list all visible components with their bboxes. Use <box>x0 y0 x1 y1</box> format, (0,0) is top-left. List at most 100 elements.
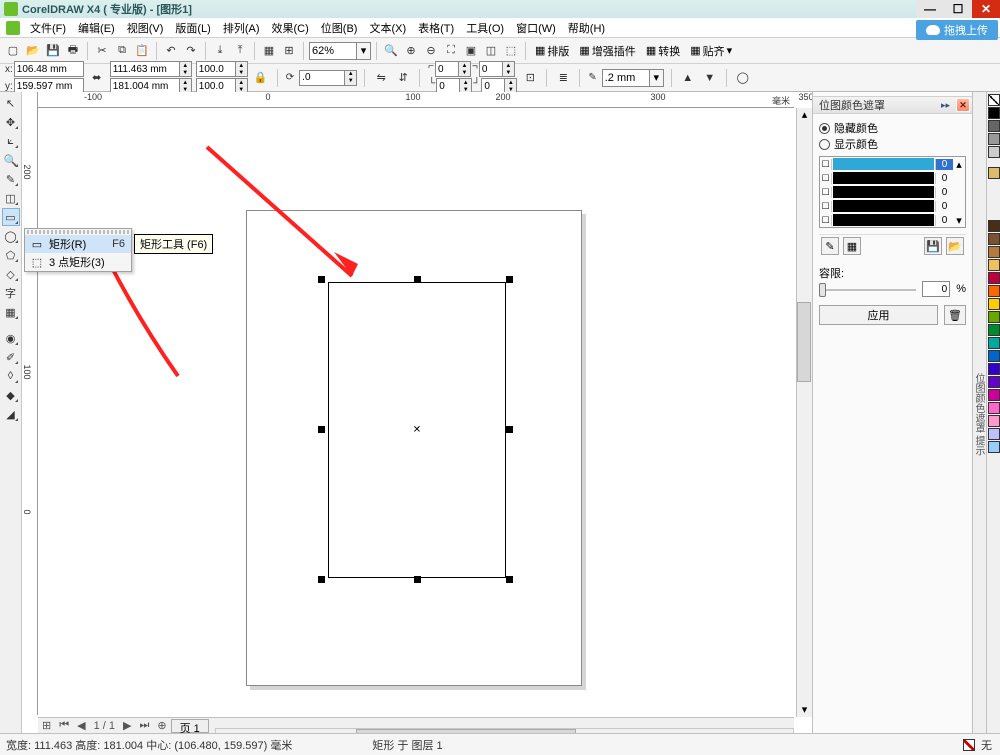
palette-swatch[interactable] <box>988 441 1000 453</box>
window-maximize[interactable]: ☐ <box>944 0 972 18</box>
radio-hide[interactable] <box>819 123 830 134</box>
tolerance-slider[interactable] <box>819 283 916 297</box>
palette-swatch[interactable] <box>988 324 1000 336</box>
eyedropper-button[interactable]: ✎ <box>821 237 839 255</box>
undo-button[interactable]: ↶ <box>162 42 180 60</box>
menu-bitmap[interactable]: 位图(B) <box>315 19 364 37</box>
palette-none[interactable] <box>988 94 1000 106</box>
color-row-3[interactable]: ☐0 <box>820 199 965 213</box>
enhance-btn[interactable]: ▦ 增强插件 <box>575 41 639 61</box>
edit-color-button[interactable]: ▦ <box>843 237 861 255</box>
prev-page[interactable]: ◀ <box>73 719 89 732</box>
first-page[interactable]: ⏮ <box>55 719 73 732</box>
palette-swatch[interactable] <box>988 402 1000 414</box>
open-mask-button[interactable]: 📂 <box>946 237 964 255</box>
docker-collapse-icon[interactable]: ▸▸ <box>941 100 950 111</box>
palette-swatch[interactable] <box>988 272 1000 284</box>
import-button[interactable]: ⤓ <box>211 42 229 60</box>
width-input[interactable] <box>110 61 180 77</box>
palette-swatch[interactable] <box>988 233 1000 245</box>
palette-swatch[interactable] <box>988 246 1000 258</box>
wrap-icon[interactable]: ≣ <box>554 69 572 87</box>
palette-swatch[interactable] <box>988 337 1000 349</box>
x-input[interactable] <box>14 61 84 77</box>
zoom-out-icon[interactable]: ⊖ <box>422 42 440 60</box>
interactive-blend-tool[interactable]: ◉ <box>2 329 20 347</box>
zoom-fit-icon[interactable]: ⛶ <box>442 42 460 60</box>
zoom-dropdown[interactable]: ▾ <box>357 42 371 60</box>
palette-swatch[interactable] <box>988 107 1000 119</box>
next-page[interactable]: ▶ <box>119 719 135 732</box>
radio-hide-row[interactable]: 隐藏颜色 <box>819 120 966 136</box>
crop-tool[interactable]: ⟀ <box>2 132 20 150</box>
outline-tool[interactable]: ◊ <box>2 367 20 385</box>
paste-align-btn[interactable]: ▦ 贴齐 ▾ <box>686 41 736 61</box>
palette-swatch[interactable] <box>988 363 1000 375</box>
palette-swatch[interactable] <box>988 259 1000 271</box>
corner-tl[interactable] <box>435 61 459 77</box>
handle-s[interactable] <box>414 576 421 583</box>
zoom-tool[interactable]: 🔍 <box>2 151 20 169</box>
save-button[interactable]: 💾 <box>44 42 62 60</box>
horizontal-ruler[interactable]: -100 0 100 200 300 350 毫米 <box>38 92 794 108</box>
handle-nw[interactable] <box>318 276 325 283</box>
zoom-input[interactable] <box>309 42 357 60</box>
menu-view[interactable]: 视图(V) <box>121 19 170 37</box>
palette-swatch[interactable] <box>988 167 1000 179</box>
table-tool[interactable]: ▦ <box>2 303 20 321</box>
palette-swatch[interactable] <box>988 389 1000 401</box>
tolerance-input[interactable] <box>922 281 950 297</box>
radio-show-row[interactable]: 显示颜色 <box>819 136 966 152</box>
palette-swatch[interactable] <box>988 298 1000 310</box>
polygon-tool[interactable]: ⬠ <box>2 246 20 264</box>
convert-curve-icon[interactable]: ◯ <box>734 69 752 87</box>
menu-window[interactable]: 窗口(W) <box>510 19 562 37</box>
canvas[interactable]: -100 0 100 200 300 350 毫米 200 100 0 ✕ <box>22 92 812 733</box>
menu-effects[interactable]: 效果(C) <box>266 19 315 37</box>
window-minimize[interactable]: — <box>916 0 944 18</box>
zoom-combo[interactable]: ▾ <box>309 42 371 60</box>
doc-icon[interactable]: ⊞ <box>38 719 55 732</box>
mirror-v-icon[interactable]: ⇵ <box>394 69 412 87</box>
arrange-btn[interactable]: ▦ 排版 <box>531 41 573 61</box>
window-close[interactable]: ✕ <box>972 0 1000 18</box>
add-page[interactable]: ⊕ <box>153 719 170 732</box>
flyout-item-rectangle[interactable]: ▭ 矩形(R) F6 <box>25 235 131 253</box>
zoom-sel-icon[interactable]: ◫ <box>482 42 500 60</box>
mirror-h-icon[interactable]: ⇋ <box>372 69 390 87</box>
palette-swatch[interactable] <box>988 415 1000 427</box>
palette-swatch[interactable] <box>988 146 1000 158</box>
handle-n[interactable] <box>414 276 421 283</box>
text-tool[interactable]: 字 <box>2 284 20 302</box>
palette-swatch[interactable] <box>988 350 1000 362</box>
menu-edit[interactable]: 编辑(E) <box>72 19 121 37</box>
lock-ratio-icon[interactable]: 🔒 <box>252 69 270 87</box>
export-button[interactable]: ⤒ <box>231 42 249 60</box>
docker-header[interactable]: 位图颜色遮罩 ▸▸ ✕ <box>813 96 972 114</box>
welcome-button[interactable]: ⊞ <box>280 42 298 60</box>
vscroll-thumb[interactable] <box>797 302 811 382</box>
interactive-fill-tool[interactable]: ◢ <box>2 405 20 423</box>
palette-swatch[interactable] <box>988 376 1000 388</box>
vertical-scrollbar[interactable]: ▴ ▾ <box>796 108 812 717</box>
eyedropper-tool[interactable]: ✐ <box>2 348 20 366</box>
palette-swatch[interactable] <box>988 285 1000 297</box>
save-mask-button[interactable]: 💾 <box>924 237 942 255</box>
to-back-icon[interactable]: ▼ <box>701 69 719 87</box>
selection-center[interactable]: ✕ <box>413 425 421 436</box>
outline-dd[interactable]: ▾ <box>650 69 664 87</box>
handle-se[interactable] <box>506 576 513 583</box>
menu-text[interactable]: 文本(X) <box>363 19 412 37</box>
convert-btn[interactable]: ▦ 转换 <box>642 41 684 61</box>
docker-close-icon[interactable]: ✕ <box>956 98 970 112</box>
zoom-in-icon[interactable]: ⊕ <box>402 42 420 60</box>
menu-tools[interactable]: 工具(O) <box>460 19 510 37</box>
handle-ne[interactable] <box>506 276 513 283</box>
paste-button[interactable]: 📋 <box>133 42 151 60</box>
palette-swatch[interactable] <box>988 311 1000 323</box>
menu-file[interactable]: 文件(F) <box>24 19 72 37</box>
open-button[interactable]: 📂 <box>24 42 42 60</box>
docker-tab-strip[interactable]: 位图颜色遮罩 提示 <box>972 92 986 733</box>
menu-layout[interactable]: 版面(L) <box>169 19 216 37</box>
rotation-input[interactable] <box>299 70 345 86</box>
